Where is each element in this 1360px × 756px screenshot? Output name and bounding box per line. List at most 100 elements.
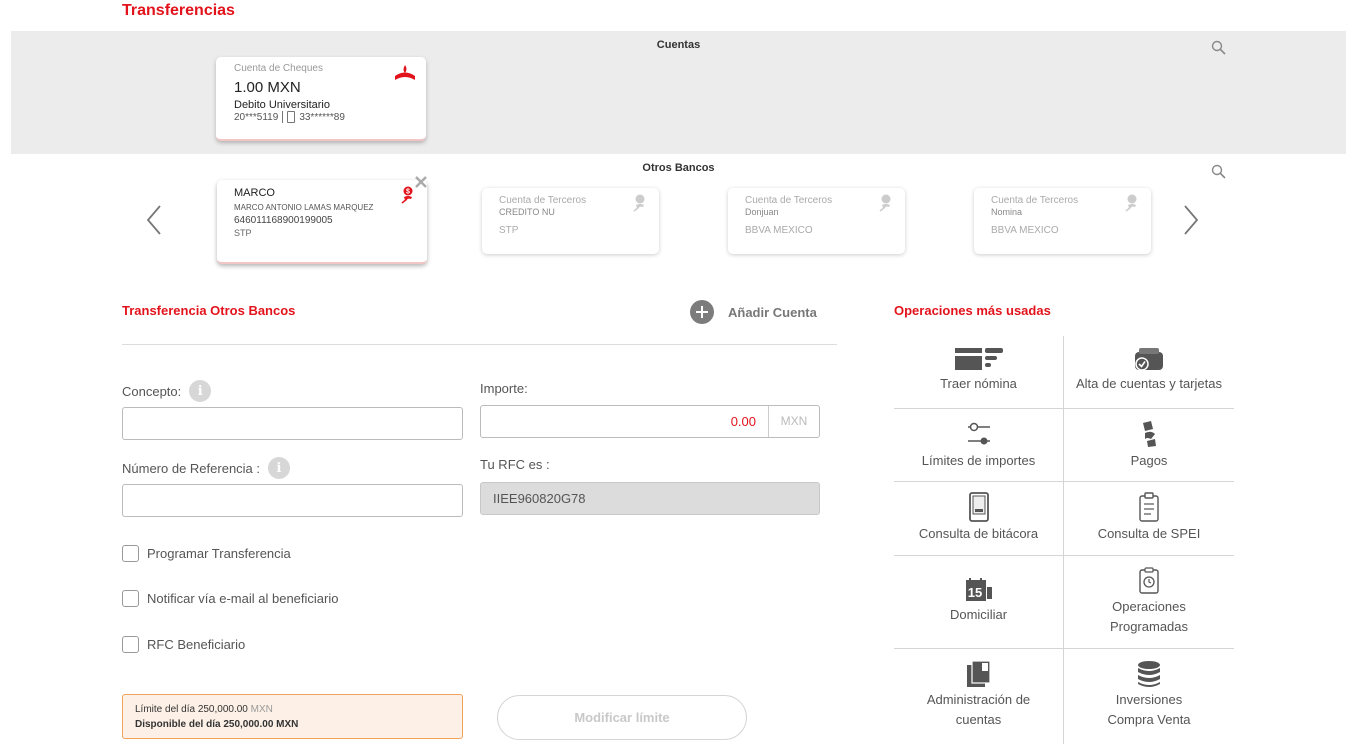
op-consulta-spei[interactable]: Consulta de SPEI: [1064, 482, 1234, 555]
account-number: 20***5119: [234, 111, 279, 123]
chevron-right-icon[interactable]: [1181, 204, 1201, 236]
transfer-form-title: Transferencia Otros Bancos: [122, 303, 296, 318]
search-icon[interactable]: [1211, 40, 1227, 56]
divider: [122, 344, 837, 345]
clipboard-icon: [1139, 492, 1159, 522]
daily-limit-currency: MXN: [250, 704, 273, 715]
concepto-label-text: Concepto:: [122, 383, 182, 399]
info-icon[interactable]: i: [268, 457, 291, 479]
daily-limit: Límite del día 250,000.00 MXN: [135, 704, 462, 715]
programar-transferencia-checkbox[interactable]: Programar Transferencia: [122, 545, 291, 562]
checkbox[interactable]: [122, 545, 139, 562]
beneficiary-card[interactable]: Cuenta de Terceros Nomina BBVA MEXICO: [974, 188, 1151, 254]
beneficiary-bank: STP: [499, 225, 519, 236]
beneficiary-clabe: 646011168900199005: [234, 215, 333, 226]
operations-grid: Traer nómina Alta de cuentas y tarjetas …: [894, 336, 1234, 744]
importe-label: Importe:: [480, 381, 528, 396]
concepto-label: Concepto: i: [122, 380, 212, 402]
daily-limit-text: Límite del día 250,000.00: [135, 704, 248, 715]
phone-log-icon: [968, 492, 989, 522]
checkbox-label: Programar Transferencia: [147, 546, 291, 561]
op-label: Inversiones Compra Venta: [1107, 692, 1191, 727]
op-label: Pagos: [1130, 453, 1168, 468]
op-traer-nomina[interactable]: Traer nómina: [894, 336, 1064, 408]
op-label: Operaciones Programadas: [1109, 599, 1189, 634]
daily-available: Disponible del día 250,000.00 MXN: [135, 719, 299, 730]
account-card[interactable]: Cuenta de Cheques 1.00 MXN Debito Univer…: [216, 57, 426, 141]
plus-icon: [690, 300, 714, 324]
cuentas-label: Cuentas: [656, 39, 701, 51]
importe-field[interactable]: 0.00 MXN: [480, 405, 820, 438]
op-label: Límites de importes: [921, 453, 1036, 468]
add-account-button[interactable]: Añadir Cuenta: [690, 300, 817, 324]
op-pagos[interactable]: Pagos: [1064, 409, 1234, 481]
daily-limit-box: Límite del día 250,000.00 MXN Disponible…: [122, 694, 463, 739]
referencia-label-text: Número de Referencia :: [122, 460, 261, 476]
beneficiary-bank: BBVA MEXICO: [745, 225, 813, 236]
flame-logo-icon: [394, 63, 416, 83]
otros-bancos-section: Otros Bancos MARCO MARCO ANTONIO LAMAS M…: [11, 154, 1346, 274]
calendar-icon: 15: [965, 578, 992, 601]
op-operaciones-programadas[interactable]: Operaciones Programadas: [1064, 556, 1234, 648]
sliders-icon: [967, 422, 990, 445]
op-administracion-cuentas[interactable]: Administración de cuentas: [894, 649, 1064, 744]
beneficiary-full-name: MARCO ANTONIO LAMAS MARQUEZ: [234, 203, 374, 212]
account-numbers: 20***5119 33******89: [234, 111, 426, 123]
beneficiary-name: MARCO: [234, 187, 275, 199]
operations-title: Operaciones más usadas: [894, 303, 1051, 318]
person-money-icon: [879, 194, 893, 212]
op-alta-cuentas[interactable]: Alta de cuentas y tarjetas: [1064, 336, 1234, 408]
op-label: Alta de cuentas y tarjetas: [1076, 376, 1222, 391]
divider: [282, 111, 284, 123]
page-title: Transferencias: [122, 2, 235, 19]
beneficiary-card[interactable]: Cuenta de Terceros Donjuan BBVA MEXICO: [728, 188, 905, 254]
checkbox[interactable]: [122, 636, 139, 653]
rfc-value: IIEE960820G78: [480, 482, 820, 515]
op-domiciliar[interactable]: 15 Domiciliar: [894, 556, 1064, 648]
close-icon[interactable]: [413, 174, 429, 190]
op-label: Traer nómina: [940, 376, 1017, 391]
checkbox[interactable]: [122, 590, 139, 607]
coins-icon: [1138, 661, 1160, 687]
rfc-label: Tu RFC es :: [480, 457, 550, 472]
beneficiary-bank: BBVA MEXICO: [991, 225, 1059, 236]
search-icon[interactable]: [1211, 164, 1227, 180]
cuentas-section: Cuentas Cuenta de Cheques 1.00 MXN Debit…: [11, 31, 1346, 154]
beneficiary-card-selected[interactable]: MARCO MARCO ANTONIO LAMAS MARQUEZ 646011…: [217, 180, 427, 264]
account-admin-icon: [966, 660, 991, 687]
person-money-icon: [1125, 194, 1139, 212]
rfc-beneficiario-checkbox[interactable]: RFC Beneficiario: [122, 636, 245, 653]
beneficiary-card[interactable]: Cuenta de Terceros CREDITO NU STP: [482, 188, 659, 254]
svg-text:$: $: [406, 189, 410, 196]
op-label: Consulta de bitácora: [918, 526, 1039, 541]
beneficiary-bank: STP: [234, 228, 252, 238]
phone-icon: [287, 111, 296, 123]
notificar-email-checkbox[interactable]: Notificar vía e-mail al beneficiario: [122, 590, 338, 607]
modify-limit-button[interactable]: Modificar límite: [497, 695, 747, 740]
concepto-input[interactable]: [122, 407, 463, 440]
svg-text:15: 15: [967, 585, 981, 600]
op-consulta-bitacora[interactable]: Consulta de bitácora: [894, 482, 1064, 555]
payroll-icon: [954, 348, 1003, 370]
op-label: Administración de cuentas: [926, 692, 1031, 727]
info-icon[interactable]: i: [189, 380, 212, 402]
chevron-left-icon[interactable]: [144, 204, 164, 236]
person-money-icon: [633, 194, 647, 212]
referencia-label: Número de Referencia : i: [122, 457, 291, 479]
referencia-input[interactable]: [122, 484, 463, 517]
account-name: Debito Universitario: [234, 99, 330, 111]
scheduled-icon: [1139, 567, 1159, 594]
importe-input[interactable]: 0.00: [481, 406, 768, 437]
payments-icon: [1143, 421, 1156, 447]
checkbox-label: RFC Beneficiario: [147, 637, 246, 652]
checkbox-label: Notificar vía e-mail al beneficiario: [147, 591, 339, 606]
op-inversiones[interactable]: Inversiones Compra Venta: [1064, 649, 1234, 744]
op-label: Domiciliar: [949, 607, 1008, 622]
otros-bancos-label: Otros Bancos: [642, 162, 715, 174]
add-account-label: Añadir Cuenta: [728, 304, 817, 320]
phone-number: 33******89: [299, 111, 345, 123]
wallet-icon: [1135, 348, 1163, 371]
importe-currency: MXN: [768, 406, 819, 437]
op-label: Consulta de SPEI: [1097, 526, 1201, 541]
op-limites-importes[interactable]: Límites de importes: [894, 409, 1064, 481]
